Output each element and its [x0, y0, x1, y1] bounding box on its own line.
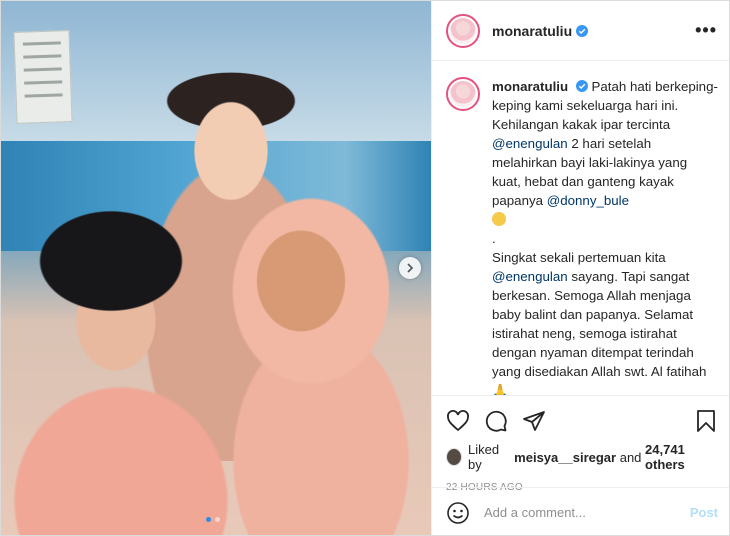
more-options-button[interactable]: •••: [695, 20, 717, 41]
next-photo-button[interactable]: [399, 257, 421, 279]
comments-section: monaratuliu Patah hati berkeping-keping …: [432, 61, 729, 395]
comment-input[interactable]: [484, 505, 690, 520]
caption-dot: .: [492, 231, 496, 246]
caption: monaratuliu Patah hati berkeping-keping …: [446, 77, 718, 395]
verified-badge-icon: [576, 24, 589, 37]
caption-avatar[interactable]: [446, 77, 480, 111]
sad-emoji-icon: [492, 212, 506, 226]
post-side-panel: monaratuliu ••• monaratuliu Patah hati b…: [431, 1, 729, 535]
comment-icon[interactable]: [484, 409, 508, 433]
post-photo[interactable]: [1, 1, 431, 535]
likes-count[interactable]: 24,741 others: [645, 442, 718, 472]
bookmark-icon[interactable]: [694, 409, 718, 433]
verified-badge-icon: [575, 80, 588, 92]
add-comment-bar: Post: [432, 487, 729, 535]
mention-link[interactable]: @donny_bule: [547, 193, 629, 208]
header-username[interactable]: monaratuliu: [492, 23, 572, 39]
caption-line: sayang. Tapi sangat berkesan. Semoga All…: [492, 269, 707, 379]
liker-username[interactable]: meisya__siregar: [514, 450, 616, 465]
photo-person-left: [1, 201, 241, 535]
smile-icon[interactable]: [446, 501, 470, 525]
post-comment-button[interactable]: Post: [690, 505, 718, 520]
avatar[interactable]: [446, 13, 480, 48]
likes-summary: Liked by meisya__siregar and 24,741 othe…: [446, 442, 718, 472]
post-header: monaratuliu •••: [432, 1, 729, 61]
mention-link[interactable]: @enengulan: [492, 136, 568, 151]
action-icons: [446, 404, 718, 438]
heart-icon[interactable]: [446, 409, 470, 433]
post-actions: Liked by meisya__siregar and 24,741 othe…: [432, 395, 729, 493]
carousel-dot: [215, 517, 220, 522]
caption-text: monaratuliu Patah hati berkeping-keping …: [492, 77, 718, 395]
likes-prefix: Liked by: [468, 442, 500, 472]
photo-person-right: [221, 181, 431, 535]
carousel-dots: [206, 517, 220, 522]
instagram-post: monaratuliu ••• monaratuliu Patah hati b…: [0, 0, 730, 536]
caption-username[interactable]: monaratuliu: [492, 79, 568, 94]
pray-emoji-icon: 🙏: [492, 383, 509, 395]
share-icon[interactable]: [522, 409, 546, 433]
carousel-dot-active: [206, 517, 211, 522]
chevron-right-icon: [407, 263, 414, 273]
caption-line: Singkat sekali pertemuan kita: [492, 250, 666, 265]
photo-sign: [13, 30, 73, 124]
liker-avatar[interactable]: [446, 448, 463, 466]
likes-middle: and: [619, 449, 642, 465]
mention-link[interactable]: @enengulan: [492, 269, 568, 284]
